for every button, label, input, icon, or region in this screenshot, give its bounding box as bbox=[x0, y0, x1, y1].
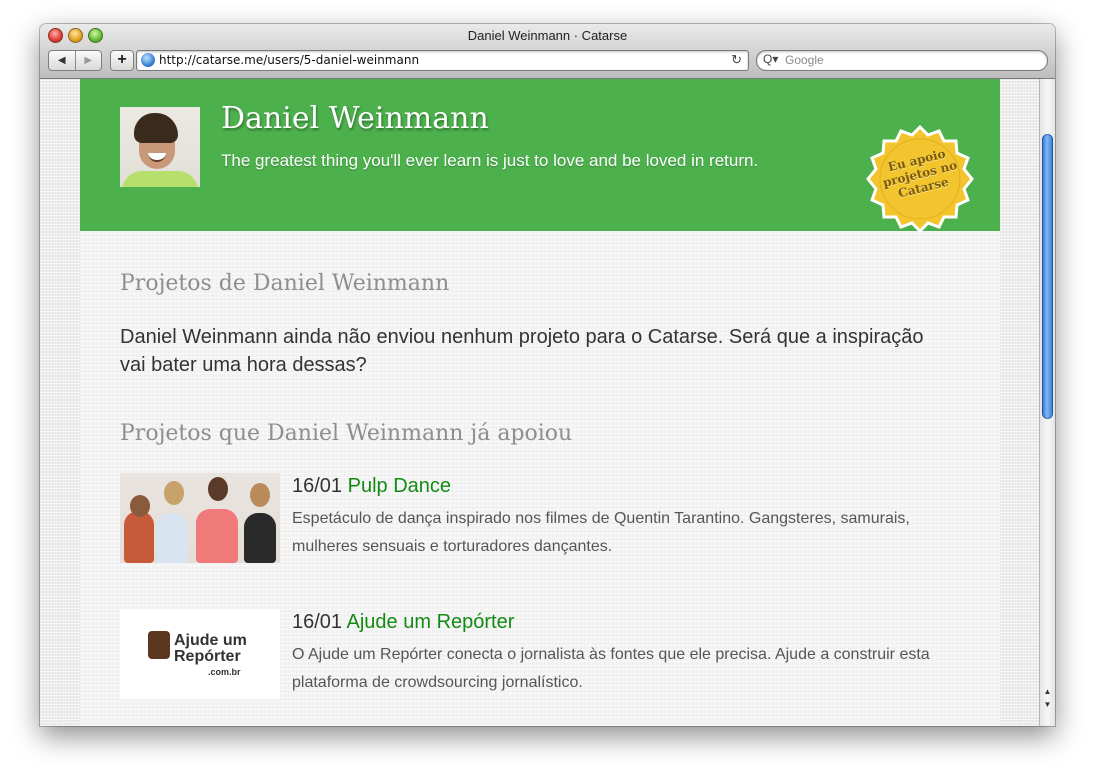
browser-toolbar: Daniel Weinmann · Catarse ◀ ▶ + http://c… bbox=[40, 24, 1055, 79]
browser-window: Daniel Weinmann · Catarse ◀ ▶ + http://c… bbox=[40, 24, 1055, 726]
scroll-down-arrow-icon[interactable]: ▼ bbox=[1040, 699, 1055, 711]
forward-button[interactable]: ▶ bbox=[76, 51, 102, 70]
page-content: Daniel Weinmann The greatest thing you'l… bbox=[80, 79, 1000, 726]
project-date: 16/01 bbox=[292, 475, 343, 497]
profile-header: Daniel Weinmann The greatest thing you'l… bbox=[80, 79, 1000, 234]
project-description: O Ajude um Repórter conecta o jornalista… bbox=[292, 646, 930, 691]
backed-project-item: 16/01 Pulp Dance Espetáculo de dança ins… bbox=[120, 473, 940, 568]
logo-line-1: Ajude um bbox=[174, 632, 247, 649]
project-link-ajude-um-reporter[interactable]: Ajude um Repórter bbox=[347, 611, 515, 633]
project-link-pulp-dance[interactable]: Pulp Dance bbox=[348, 475, 451, 497]
dancer-head bbox=[130, 495, 150, 517]
site-globe-icon bbox=[141, 53, 155, 67]
reload-icon[interactable]: ↻ bbox=[731, 52, 742, 68]
scroll-up-arrow-icon[interactable]: ▲ bbox=[1040, 686, 1055, 698]
avatar bbox=[120, 107, 200, 187]
supporter-badge[interactable]: Eu apoio projetos no Catarse bbox=[864, 123, 976, 235]
pulp-dance-thumbnail[interactable] bbox=[120, 473, 280, 563]
own-projects-title: Projetos de Daniel Weinmann bbox=[120, 271, 450, 296]
window-title: Daniel Weinmann · Catarse bbox=[467, 28, 628, 43]
project-date: 16/01 bbox=[292, 611, 343, 633]
backed-project-item: Ajude um Repórter .com.br 16/01 Ajude um… bbox=[120, 609, 940, 704]
dancer-figure bbox=[156, 513, 188, 563]
plus-icon: + bbox=[117, 51, 127, 68]
search-icon[interactable]: Q▾ bbox=[763, 52, 778, 66]
scrollbar-thumb[interactable] bbox=[1042, 134, 1053, 419]
search-input[interactable] bbox=[783, 52, 1037, 68]
ajude-logo-text: Ajude um Repórter bbox=[174, 633, 247, 665]
backed-projects-title: Projetos que Daniel Weinmann já apoiou bbox=[120, 421, 573, 446]
back-forward-group: ◀ ▶ bbox=[48, 50, 102, 71]
dancer-head bbox=[164, 481, 184, 505]
logo-line-2: Repórter bbox=[174, 648, 241, 665]
logo-domain: .com.br bbox=[208, 667, 241, 677]
dancer-figure bbox=[124, 511, 154, 563]
dancer-figure bbox=[244, 513, 276, 563]
dancer-head bbox=[250, 483, 270, 507]
add-bookmark-button[interactable]: + bbox=[110, 50, 134, 71]
avatar-hair bbox=[134, 113, 178, 143]
profile-bio: The greatest thing you'll ever learn is … bbox=[221, 151, 759, 170]
address-bar[interactable]: http://catarse.me/users/5-daniel-weinman… bbox=[136, 50, 749, 71]
back-arrow-icon: ◀ bbox=[57, 55, 66, 66]
project-entry-line: 16/01 Pulp Dance bbox=[292, 475, 451, 498]
dancer-head bbox=[208, 477, 228, 501]
ajude-um-reporter-thumbnail[interactable]: Ajude um Repórter .com.br bbox=[120, 609, 280, 699]
reporter-head-icon bbox=[148, 631, 170, 659]
search-box[interactable]: Q▾ bbox=[756, 50, 1048, 71]
url-text[interactable]: http://catarse.me/users/5-daniel-weinman… bbox=[159, 53, 419, 67]
no-projects-message: Daniel Weinmann ainda não enviou nenhum … bbox=[120, 326, 924, 376]
page-viewport: Daniel Weinmann The greatest thing you'l… bbox=[40, 79, 1055, 726]
back-button[interactable]: ◀ bbox=[49, 51, 76, 70]
forward-arrow-icon: ▶ bbox=[84, 55, 93, 66]
profile-name: Daniel Weinmann bbox=[221, 101, 489, 136]
project-description: Espetáculo de dança inspirado nos filmes… bbox=[292, 510, 910, 555]
avatar-shirt bbox=[122, 171, 198, 187]
dancer-figure bbox=[196, 509, 238, 563]
vertical-scrollbar[interactable]: ▲ ▼ bbox=[1039, 79, 1055, 726]
project-entry-line: 16/01 Ajude um Repórter bbox=[292, 611, 514, 634]
